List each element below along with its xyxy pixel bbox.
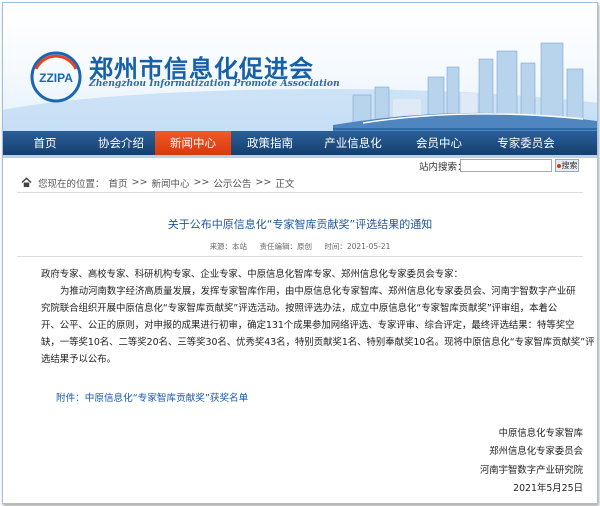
signatory-3: 河南宇智数字产业研究院 (479, 465, 583, 476)
article-time: 时间：2021-05-21 (324, 242, 391, 251)
article-body: 政府专家、高校专家、科研机构专家、企业专家、中原信息化智库专家、郑州信息化专家委… (41, 266, 595, 368)
search-button[interactable]: 搜索 (555, 159, 579, 172)
breadcrumb-current: 正文 (275, 178, 295, 190)
nav-item-news[interactable]: 新闻中心 (155, 131, 231, 155)
site-search: 站内搜索： 搜索 (3, 159, 597, 173)
nav-item-policy[interactable]: 政策指南 (231, 131, 309, 155)
article-source: 来源：本站 (209, 242, 248, 251)
site-name-en: Zhengzhou Informatization Promote Associ… (89, 78, 340, 89)
home-icon (21, 177, 32, 188)
article-paragraph-line: 缺，一等奖10名、二等奖20名、三等奖30名、优秀奖43名，特别贡献奖1名、特别… (41, 337, 595, 348)
association-logo[interactable]: ZZIPA (30, 51, 82, 103)
city-skyline-image (333, 42, 597, 131)
nav-item-about[interactable]: 协会介绍 (87, 131, 155, 155)
search-icon (556, 163, 561, 168)
article-meta: 来源：本站 责任编辑：原创 时间：2021-05-21 (17, 241, 583, 257)
nav-item-industry[interactable]: 产业信息化 (309, 131, 397, 155)
breadcrumb-prefix: 您现在的位置： (38, 178, 105, 190)
article-paragraph-line: 究院联合组织开展中原信息化“专家智库贡献奖”评选活动。按照评选办法，成立中原信息… (41, 303, 558, 314)
logo-text: ZZIPA (39, 71, 73, 85)
search-input[interactable] (460, 159, 552, 172)
breadcrumb-separator: >> (255, 177, 272, 188)
article-editor: 责任编辑：原创 (259, 242, 312, 251)
article-title: 关于公布中原信息化“专家智库贡献奖”评选结果的通知 (167, 218, 433, 231)
article-paragraph-line: 为推动河南数字经济高质量发展，发挥专家智库作用，由中原信息化专家智库、郑州信息化… (60, 286, 576, 297)
breadcrumb: 您现在的位置： 首页 >> 新闻中心 >> 公示公告 >> 正文 (17, 173, 583, 193)
signatory-2: 郑州信息化专家委员会 (489, 446, 583, 457)
article-salutation: 政府专家、高校专家、科研机构专家、企业专家、中原信息化智库专家、郑州信息化专家委… (41, 269, 463, 280)
article-paragraph-line: 选结果予以公布。 (41, 354, 117, 365)
signatory-1: 中原信息化专家智库 (498, 428, 583, 439)
site-banner: ZZIPA 郑州市信息化促进会 Zhengzhou Informatizatio… (3, 3, 597, 131)
article-paragraph-line: 开、公平、公正的原则，对申报的成果进行初审，确定131个成果参加网络评选、专家评… (41, 320, 575, 331)
breadcrumb-separator: >> (131, 177, 148, 188)
breadcrumb-news[interactable]: 新闻中心 (151, 176, 189, 190)
publish-date: 2021年5月25日 (513, 483, 583, 494)
main-nav: 首页 协会介绍 新闻中心 政策指南 产业信息化 会员中心 专家委员会 (3, 131, 597, 155)
breadcrumb-announcements[interactable]: 公示公告 (213, 176, 251, 190)
attachment-link[interactable]: 附件：中原信息化“专家智库贡献奖”获奖名单 (56, 390, 248, 404)
search-button-label: 搜索 (561, 161, 578, 170)
nav-item-experts[interactable]: 专家委员会 (481, 131, 571, 155)
page-frame: ZZIPA 郑州市信息化促进会 Zhengzhou Informatizatio… (2, 2, 598, 504)
breadcrumb-separator: >> (193, 177, 210, 188)
nav-item-home[interactable]: 首页 (3, 131, 87, 155)
nav-divider (3, 155, 597, 158)
breadcrumb-home[interactable]: 首页 (109, 176, 128, 190)
nav-item-members[interactable]: 会员中心 (397, 131, 481, 155)
